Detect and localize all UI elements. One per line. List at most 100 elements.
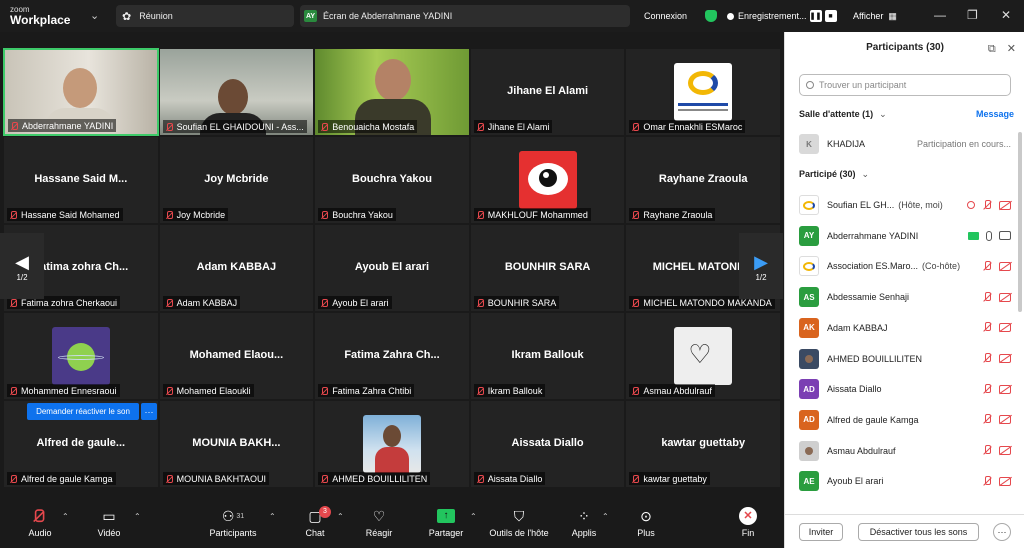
participant-row[interactable]: AHMED BOUILLILITEN: [799, 344, 1015, 374]
camera-off-icon[interactable]: [999, 261, 1011, 271]
panel-scrollbar[interactable]: [1018, 132, 1022, 312]
previous-page-button[interactable]: ◀ 1/2: [0, 233, 44, 299]
participant-tile[interactable]: kawtar guettaby kawtar guettaby: [625, 400, 781, 488]
participant-tile[interactable]: Omar Ennakhli ESMaroc: [625, 48, 781, 136]
recording-dot-icon: [727, 12, 734, 20]
panel-header-icons: ⧉ ✕: [988, 42, 1016, 56]
camera-on-icon[interactable]: [999, 231, 1011, 241]
participant-row[interactable]: AY Abderrahmane YADINI: [799, 221, 1015, 251]
share-caret-icon[interactable]: ⌃: [470, 512, 477, 521]
mic-off-icon[interactable]: [982, 291, 992, 303]
camera-off-icon[interactable]: [999, 200, 1011, 210]
participant-tile[interactable]: Hassane Said M... Hassane Said Mohamed: [3, 136, 159, 224]
ask-unmute-button[interactable]: Demander réactiver le son: [27, 403, 139, 420]
joined-header[interactable]: Participé (30) ⌄: [799, 169, 869, 180]
react-button[interactable]: ♡ Réagir: [349, 504, 409, 539]
meeting-pill[interactable]: ✿ Réunion: [116, 5, 294, 27]
participant-tile[interactable]: MOUNIA BAKH... MOUNIA BAKHTAOUI: [158, 400, 315, 488]
close-panel-icon[interactable]: ✕: [1007, 43, 1016, 55]
audio-options-caret-icon[interactable]: ⌃: [62, 512, 69, 521]
video-options-caret-icon[interactable]: ⌃: [134, 512, 141, 521]
mic-off-icon: [9, 386, 17, 396]
panel-more-button[interactable]: ···: [993, 523, 1011, 541]
mic-off-icon[interactable]: [982, 353, 992, 364]
camera-off-icon[interactable]: [999, 446, 1011, 456]
participant-tile[interactable]: Mohammed Ennesraoui: [3, 312, 159, 400]
restore-icon[interactable]: ❐: [967, 8, 978, 22]
mic-off-icon[interactable]: [982, 199, 992, 211]
participant-tile[interactable]: ♡ Asmau Abdulrauf: [625, 312, 781, 400]
mic-off-icon: [9, 298, 17, 308]
participant-row[interactable]: AD Alfred de gaule Kamga: [799, 405, 1015, 435]
mic-off-icon[interactable]: [982, 383, 992, 395]
apps-caret-icon[interactable]: ⌃: [602, 512, 609, 521]
participant-tile[interactable]: MAKHLOUF Mohammed: [469, 136, 626, 224]
mute-all-button[interactable]: Désactiver tous les sons: [858, 523, 979, 541]
camera-off-icon[interactable]: [999, 384, 1011, 394]
minimize-icon[interactable]: —: [934, 8, 946, 22]
view-button[interactable]: Afficher ▦: [853, 0, 897, 32]
next-page-button[interactable]: ▶ 1/2: [739, 233, 783, 299]
chat-button[interactable]: ▢ 3 Chat ⌃: [285, 504, 345, 538]
participant-status-icons: [982, 291, 1011, 303]
participant-row[interactable]: Association ES.Maro... (Co-hôte): [799, 251, 1015, 281]
camera-off-icon[interactable]: [999, 354, 1011, 363]
connection-status[interactable]: Connexion: [644, 0, 687, 32]
participant-tile[interactable]: Bouchra Yakou Bouchra Yakou: [314, 136, 470, 224]
close-icon[interactable]: ✕: [1001, 8, 1011, 22]
host-tools-button[interactable]: ⛉ Outils de l'hôte: [484, 504, 554, 539]
video-button[interactable]: ▭ Vidéo ⌃: [79, 504, 141, 539]
waiting-message-link[interactable]: Message: [976, 109, 1014, 119]
mic-off-icon[interactable]: [982, 475, 992, 487]
camera-off-icon[interactable]: [999, 476, 1011, 486]
participant-tile[interactable]: Aissata Diallo Aissata Diallo: [469, 400, 626, 488]
participant-row[interactable]: Asmau Abdulrauf: [799, 436, 1015, 466]
participant-tile[interactable]: Mohamed Elaou... Mohamed Elaoukli: [158, 312, 315, 400]
mic-on-icon[interactable]: [986, 230, 992, 241]
camera-off-icon[interactable]: [999, 323, 1011, 333]
mic-off-icon: [476, 298, 484, 308]
participant-row[interactable]: AD Aissata Diallo: [799, 374, 1015, 404]
pause-recording-icon[interactable]: ❚❚: [809, 10, 822, 22]
popout-icon[interactable]: ⧉: [988, 43, 996, 55]
participant-tile[interactable]: Fatima Zahra Ch... Fatima Zahra Chtibi: [314, 312, 470, 400]
share-button[interactable]: ↑ Partager ⌃: [416, 504, 477, 538]
participant-tile[interactable]: AHMED BOUILLILITEN: [314, 400, 470, 488]
more-button[interactable]: ⊙ Plus: [616, 504, 676, 539]
chevron-down-icon[interactable]: ⌄: [90, 9, 99, 22]
participant-tile[interactable]: Abderrahmane YADINI: [3, 48, 159, 136]
participant-tile[interactable]: Joy Mcbride Joy Mcbride: [158, 136, 315, 224]
audio-button[interactable]: Audio ⌃: [10, 504, 70, 538]
camera-off-icon[interactable]: [999, 292, 1011, 302]
apps-button[interactable]: ⁘ Applis ⌃: [554, 504, 614, 539]
participant-tile[interactable]: BOUNHIR SARA BOUNHIR SARA: [469, 224, 626, 312]
participant-row[interactable]: AK Adam KABBAJ: [799, 313, 1015, 343]
participant-tile[interactable]: Ikram Ballouk Ikram Ballouk: [469, 312, 626, 400]
chat-caret-icon[interactable]: ⌃: [337, 512, 344, 521]
waiting-participant-row[interactable]: K KHADIJA Participation en cours...: [799, 129, 1015, 159]
participants-caret-icon[interactable]: ⌃: [269, 512, 276, 521]
participant-tile[interactable]: Jihane El Alami Jihane El Alami: [469, 48, 626, 136]
participant-tile[interactable]: Soufian EL GHAIDOUNI - Ass...: [158, 48, 315, 136]
participant-tile[interactable]: Adam KABBAJ Adam KABBAJ: [158, 224, 315, 312]
screen-share-pill[interactable]: AY Écran de Abderrahmane YADINI: [300, 5, 630, 27]
end-button[interactable]: ✕ Fin: [718, 504, 778, 538]
ask-unmute-more-button[interactable]: ···: [141, 403, 157, 420]
shield-icon[interactable]: [705, 0, 717, 32]
participant-tile[interactable]: Ayoub El arari Ayoub El arari: [314, 224, 470, 312]
participant-row[interactable]: AS Abdessamie Senhaji: [799, 282, 1015, 312]
stop-recording-icon[interactable]: ■: [824, 10, 837, 22]
mic-off-icon[interactable]: [982, 414, 992, 425]
participant-tile[interactable]: Benouaicha Mostafa: [314, 48, 470, 136]
camera-off-icon[interactable]: [999, 415, 1011, 425]
waiting-room-header[interactable]: Salle d'attente (1) ⌄: [799, 109, 887, 120]
participant-tile[interactable]: Rayhane Zraoula Rayhane Zraoula: [625, 136, 781, 224]
participant-row[interactable]: Soufian EL GH... (Hôte, moi): [799, 190, 1015, 220]
mic-off-icon[interactable]: [982, 445, 992, 456]
invite-button[interactable]: Inviter: [799, 523, 843, 541]
participants-button[interactable]: ⚇ 31 Participants ⌃: [203, 504, 275, 539]
participant-search-input[interactable]: Trouver un participant: [799, 74, 1011, 96]
participant-row[interactable]: AE Ayoub El arari: [799, 466, 1015, 496]
mic-off-icon[interactable]: [982, 260, 992, 272]
mic-off-icon[interactable]: [982, 322, 992, 333]
